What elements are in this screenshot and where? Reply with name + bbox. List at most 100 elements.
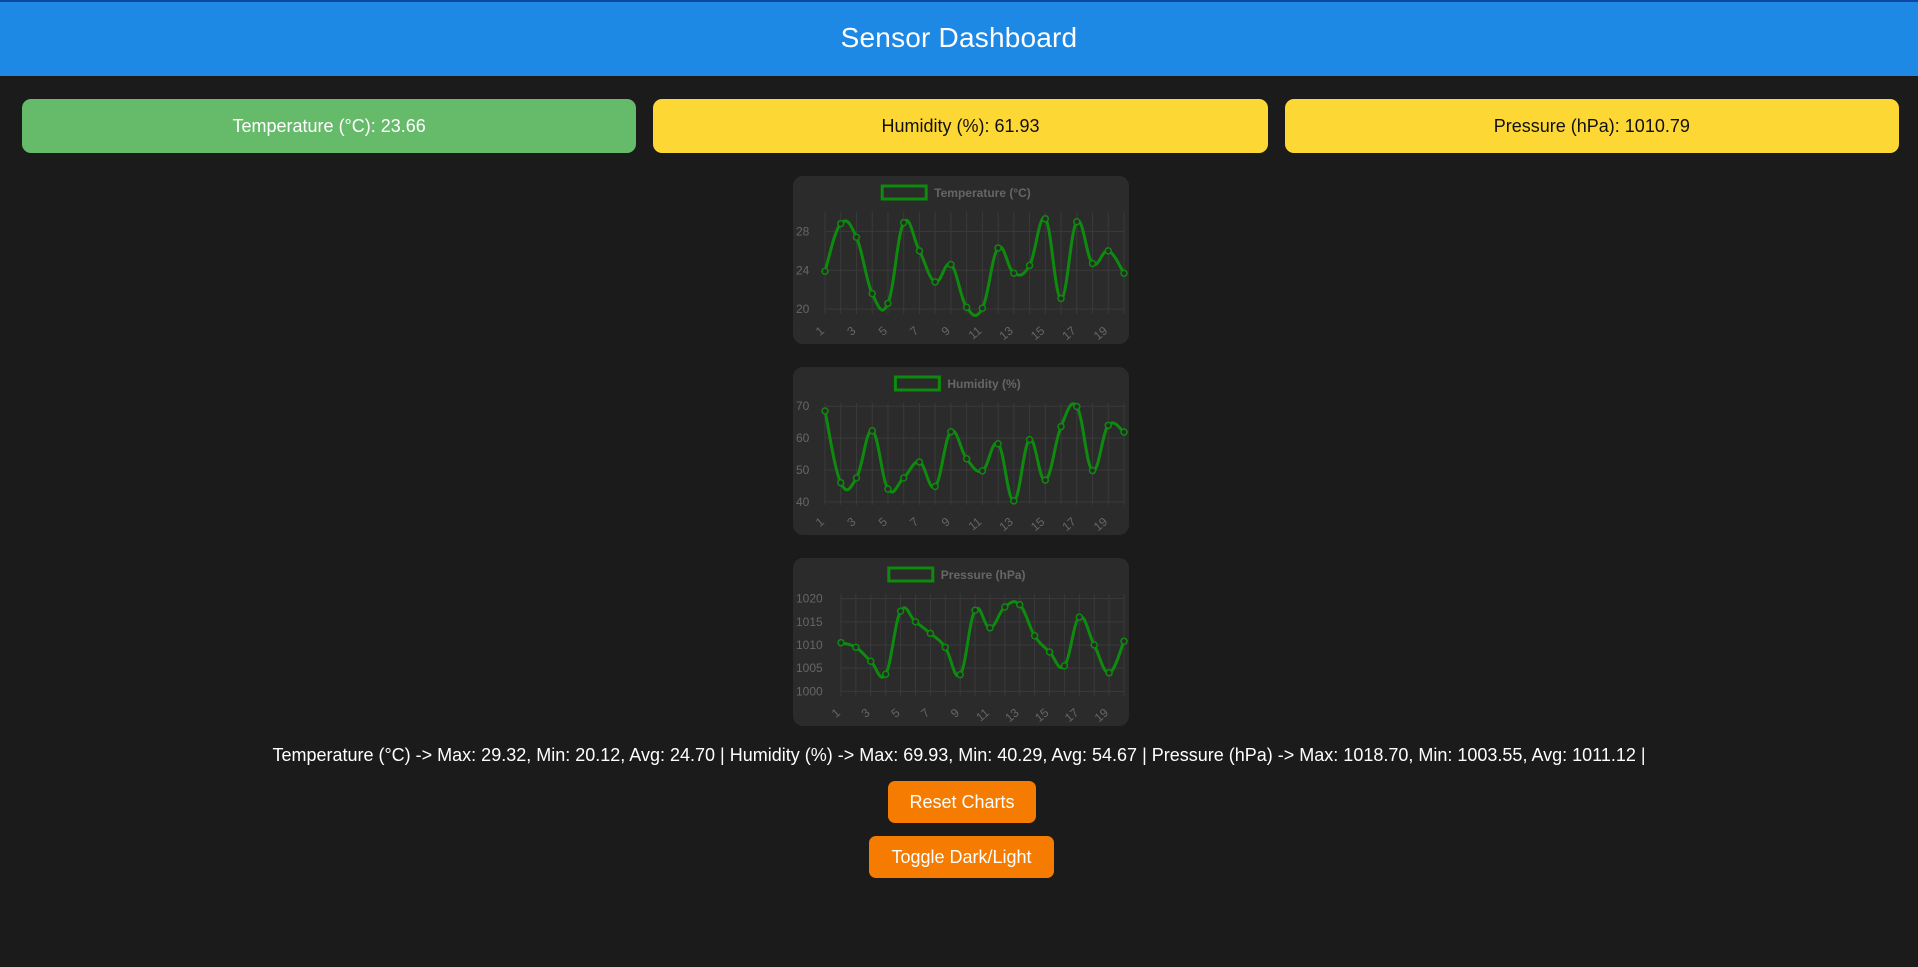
x-tick-label: 15 xyxy=(1028,514,1047,534)
data-point xyxy=(899,218,908,227)
data-point xyxy=(962,303,971,311)
x-tick-label: 11 xyxy=(966,323,985,342)
data-point xyxy=(867,657,875,665)
reset-charts-button[interactable]: Reset Charts xyxy=(888,781,1036,823)
data-point xyxy=(1075,613,1084,621)
y-tick-label: 20 xyxy=(796,302,810,316)
chart-legend: Humidity (%) xyxy=(893,375,1021,392)
data-point xyxy=(1057,294,1065,303)
x-tick-label: 1 xyxy=(813,514,827,529)
data-point xyxy=(1104,247,1113,255)
x-tick-label: 11 xyxy=(966,514,985,533)
y-tick-label: 1005 xyxy=(796,661,823,675)
x-tick-label: 15 xyxy=(1028,323,1047,343)
temperature-chart[interactable]: 20 24 28 1 3 5 7 9 11 13 15 17 19 Temperature (°C) xyxy=(793,176,1129,344)
data-point xyxy=(956,670,964,679)
x-tick-label: 11 xyxy=(973,705,992,724)
y-tick-label: 24 xyxy=(796,263,810,277)
data-point xyxy=(896,607,905,615)
legend-label: Pressure (hPa) xyxy=(941,568,1026,582)
y-tick-label: 50 xyxy=(796,463,810,477)
series-line xyxy=(823,402,1125,503)
series-line xyxy=(823,216,1126,317)
toggle-theme-button[interactable]: Toggle Dark/Light xyxy=(869,836,1054,878)
humidity-chart[interactable]: 40 50 60 70 1 3 5 7 9 11 13 15 17 19 Humidity (%) xyxy=(793,367,1129,535)
y-tick-label: 1020 xyxy=(796,592,823,606)
data-point xyxy=(1060,662,1069,670)
legend-swatch xyxy=(880,184,928,201)
data-point xyxy=(947,427,955,436)
data-point xyxy=(1010,269,1018,277)
legend-label: Temperature (°C) xyxy=(934,186,1031,200)
data-point xyxy=(978,304,987,312)
sensor-cards: Temperature (°C): 23.66 Humidity (%): 61… xyxy=(22,99,1899,153)
temperature-card: Temperature (°C): 23.66 xyxy=(22,99,637,153)
data-point xyxy=(971,606,979,614)
data-point xyxy=(1025,435,1034,444)
data-point xyxy=(836,219,845,228)
data-point xyxy=(926,629,935,638)
statistics-summary: Temperature (°C) -> Max: 29.32, Min: 20.… xyxy=(272,745,1646,765)
temperature-chart-svg: 2024281 3 5 7 9 11 13 15 17 19Temperature (°C) xyxy=(796,184,1128,343)
data-point xyxy=(994,244,1002,252)
data-point xyxy=(941,643,950,652)
data-point xyxy=(1045,648,1054,656)
data-point xyxy=(868,426,876,435)
x-tick-label: 3 xyxy=(844,514,858,529)
data-point xyxy=(1041,476,1050,484)
data-point xyxy=(911,618,920,626)
x-tick-label: 3 xyxy=(859,705,873,720)
x-tick-label: 17 xyxy=(1059,323,1078,343)
x-tick-label: 19 xyxy=(1092,705,1111,725)
data-point xyxy=(852,643,860,652)
header-bar: Sensor Dashboard xyxy=(0,0,1918,76)
data-point xyxy=(1030,631,1039,640)
x-tick-label: 7 xyxy=(907,323,921,338)
data-point xyxy=(994,440,1002,448)
series-line xyxy=(840,600,1126,679)
data-point xyxy=(931,278,939,286)
data-point xyxy=(1105,669,1113,677)
data-point xyxy=(1090,641,1098,649)
x-tick-label: 1 xyxy=(829,705,843,720)
data-point xyxy=(1025,261,1034,270)
data-point xyxy=(1120,428,1128,436)
y-tick-label: 1010 xyxy=(796,638,823,652)
y-tick-label: 70 xyxy=(796,399,810,413)
data-point xyxy=(1120,269,1128,277)
data-point xyxy=(931,482,939,491)
pressure-chart-svg: 100010051010101510201 3 5 7 9 11 13 15 17 19Press… xyxy=(796,566,1128,725)
y-tick-label: 28 xyxy=(796,224,810,238)
data-point xyxy=(1010,497,1018,505)
data-point xyxy=(1073,402,1081,411)
data-point xyxy=(1015,600,1024,609)
x-tick-label: 1 xyxy=(813,323,827,338)
x-tick-label: 17 xyxy=(1059,514,1078,534)
data-point xyxy=(821,267,829,276)
x-tick-label: 9 xyxy=(939,514,953,529)
x-tick-label: 15 xyxy=(1032,705,1051,725)
data-point xyxy=(1073,217,1081,226)
y-tick-label: 1000 xyxy=(796,684,823,698)
x-tick-label: 7 xyxy=(918,705,932,720)
data-point xyxy=(1120,637,1128,646)
data-point xyxy=(986,624,994,632)
data-point xyxy=(1088,259,1097,268)
data-point xyxy=(1041,215,1050,223)
data-point xyxy=(978,467,987,475)
data-point xyxy=(947,260,955,269)
data-point xyxy=(1057,422,1065,431)
data-point xyxy=(836,478,845,487)
y-tick-label: 60 xyxy=(796,431,810,445)
data-point xyxy=(821,407,829,415)
y-tick-label: 40 xyxy=(796,495,810,509)
data-point xyxy=(962,455,971,463)
data-point xyxy=(884,299,892,308)
data-point xyxy=(852,474,861,482)
x-tick-label: 17 xyxy=(1062,705,1081,725)
x-tick-label: 3 xyxy=(844,323,858,338)
chart-legend: Pressure (hPa) xyxy=(887,566,1026,583)
x-tick-label: 9 xyxy=(948,705,962,720)
data-point xyxy=(1104,421,1113,430)
pressure-chart[interactable]: 1000 1005 1010 1015 1020 1 3 5 7 9 11 13 15 17 19 Press… xyxy=(793,558,1129,726)
